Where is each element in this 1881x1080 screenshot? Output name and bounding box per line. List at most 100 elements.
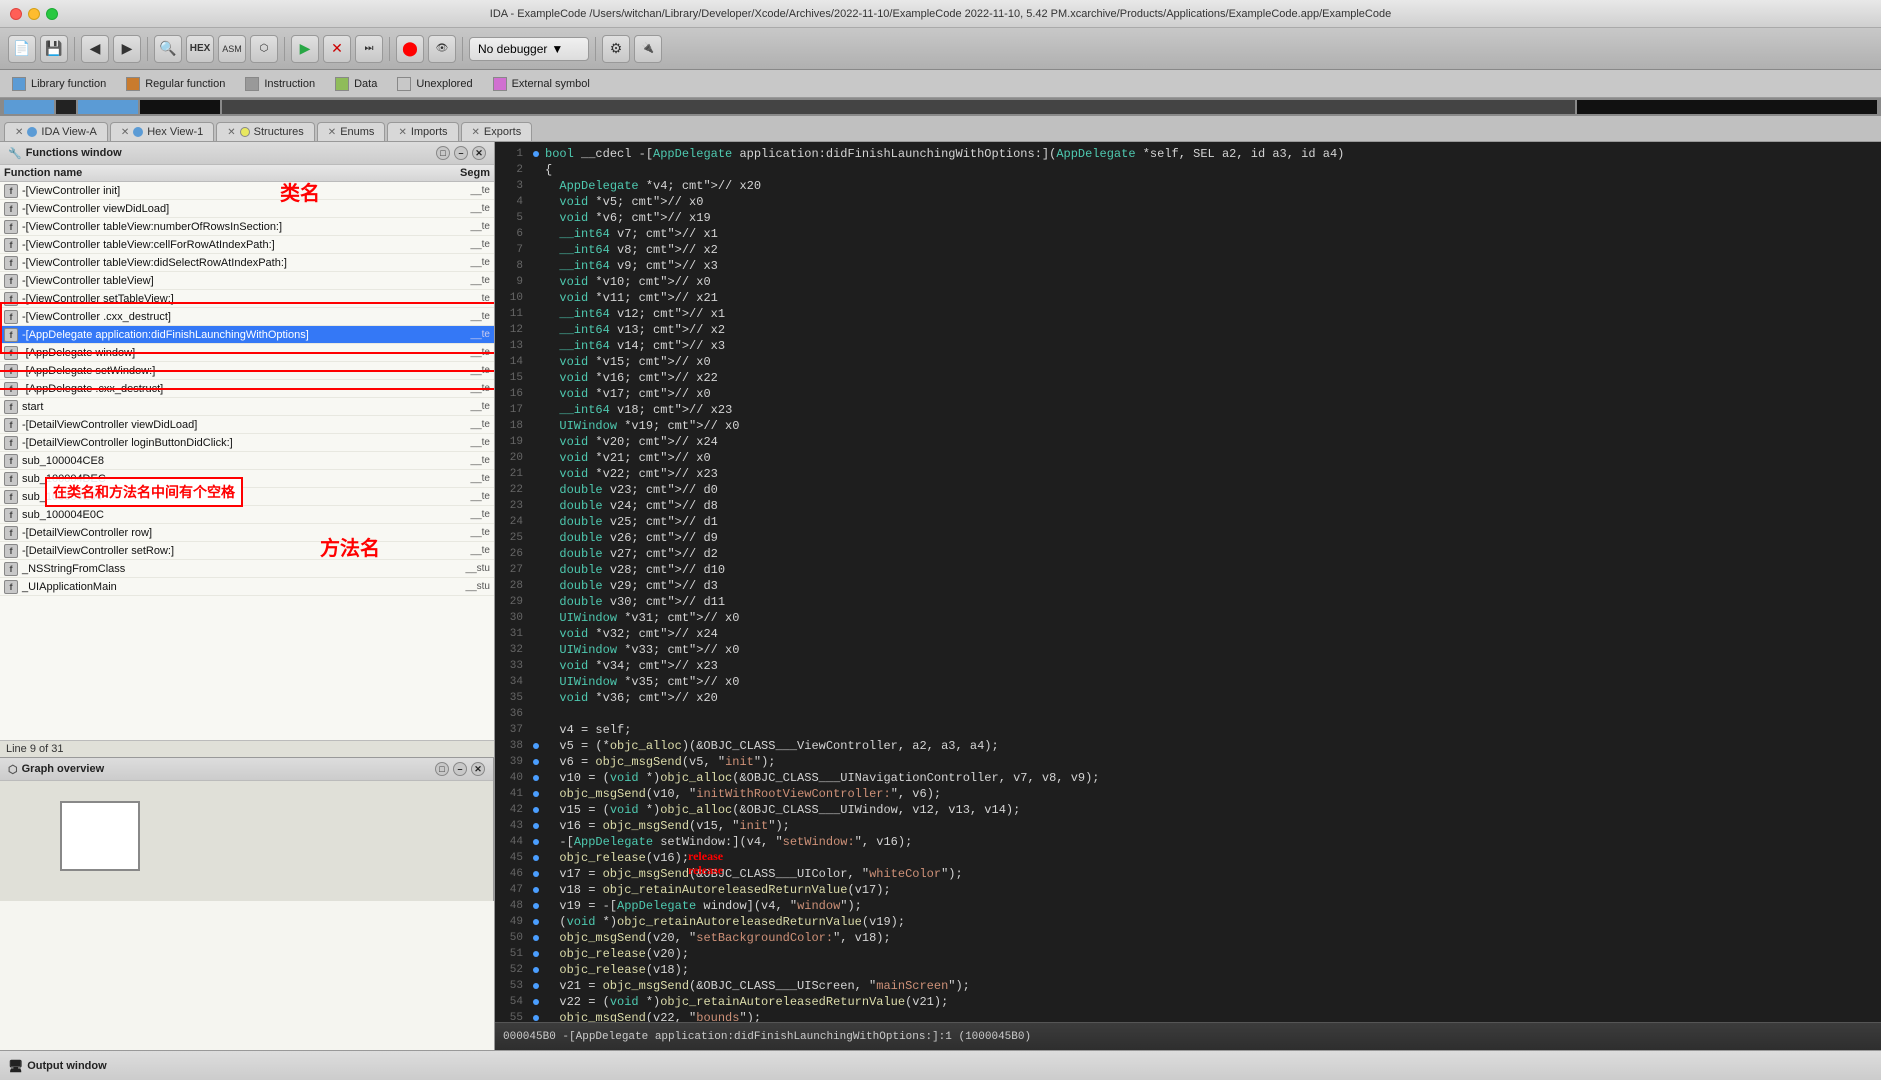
line-number: 2 <box>495 162 531 178</box>
panel-maximize-button[interactable]: □ <box>436 146 450 160</box>
search-button[interactable]: 🔍 <box>154 35 182 63</box>
settings-button[interactable]: ⚙ <box>602 35 630 63</box>
function-icon: f <box>4 418 18 432</box>
maximize-button[interactable] <box>46 8 58 20</box>
panel-minimize-button[interactable]: – <box>454 146 468 160</box>
functions-list[interactable]: f-[ViewController init]__tef-[ViewContro… <box>0 182 494 740</box>
step-button[interactable]: ⏭ <box>355 35 383 63</box>
plugins-button[interactable]: 🔌 <box>634 35 662 63</box>
line-dot <box>531 930 541 946</box>
function-row[interactable]: f-[AppDelegate .cxx_destruct]__te <box>0 380 494 398</box>
function-row[interactable]: f-[ViewController viewDidLoad]__te <box>0 200 494 218</box>
line-code: __int64 v8; cmt">// x2 <box>541 242 1881 258</box>
tab-close-enums[interactable]: ✕ <box>328 127 336 138</box>
disasm-button[interactable]: ASM <box>218 35 246 63</box>
function-row[interactable]: f-[DetailViewController row]__te <box>0 524 494 542</box>
graph-minimize-button[interactable]: – <box>453 762 467 776</box>
scrubber-bar[interactable] <box>0 98 1881 116</box>
function-row[interactable]: f-[AppDelegate setWindow:]__te <box>0 362 494 380</box>
function-row[interactable]: f_NSStringFromClass__stu <box>0 560 494 578</box>
line-info: Line 9 of 31 <box>0 740 494 757</box>
function-row[interactable]: fsub_100004E04__te <box>0 488 494 506</box>
function-name: -[ViewController tableView:didSelectRowA… <box>22 257 440 269</box>
function-row[interactable]: f-[ViewController .cxx_destruct]__te <box>0 308 494 326</box>
watch-button[interactable]: 👁 <box>428 35 456 63</box>
function-row[interactable]: f-[ViewController tableView:didSelectRow… <box>0 254 494 272</box>
function-row[interactable]: f-[ViewController tableView]__te <box>0 272 494 290</box>
line-dot <box>531 818 541 834</box>
code-line: 48 v19 = -[AppDelegate window](v4, "wind… <box>495 898 1881 914</box>
graph-maximize-button[interactable]: □ <box>435 762 449 776</box>
breakpoint-dot <box>533 887 539 893</box>
function-row[interactable]: f-[DetailViewController viewDidLoad]__te <box>0 416 494 434</box>
stop-button[interactable]: ✕ <box>323 35 351 63</box>
tab-ida-view[interactable]: ✕ IDA View-A <box>4 122 108 141</box>
line-number: 51 <box>495 946 531 962</box>
save-button[interactable]: 💾 <box>40 35 68 63</box>
code-line: 21 void *v22; cmt">// x23 <box>495 466 1881 482</box>
tab-close-imports[interactable]: ✕ <box>398 127 406 138</box>
function-row[interactable]: fsub_100004DEC__te <box>0 470 494 488</box>
tab-close-structures[interactable]: ✕ <box>227 127 235 138</box>
function-row[interactable]: f-[ViewController init]__te <box>0 182 494 200</box>
function-icon: f <box>4 328 18 342</box>
panel-close-button[interactable]: ✕ <box>472 146 486 160</box>
line-code: objc_release(v18); <box>541 962 1881 978</box>
tab-close-hex-view[interactable]: ✕ <box>121 127 129 138</box>
function-row[interactable]: f_UIApplicationMain__stu <box>0 578 494 596</box>
run-button[interactable]: ▶ <box>291 35 319 63</box>
code-line: 5 void *v6; cmt">// x19 <box>495 210 1881 226</box>
code-line: 29 double v30; cmt">// d11 <box>495 594 1881 610</box>
graph-button[interactable]: ⬡ <box>250 35 278 63</box>
new-file-button[interactable]: 📄 <box>8 35 36 63</box>
view-tab-bar: ✕ IDA View-A ✕ Hex View-1 ✕ Structures ✕… <box>0 116 1881 142</box>
tab-close-ida-view[interactable]: ✕ <box>15 127 23 138</box>
code-line: 19 void *v20; cmt">// x24 <box>495 434 1881 450</box>
line-code: void *v6; cmt">// x19 <box>541 210 1881 226</box>
tab-enums[interactable]: ✕ Enums <box>317 122 386 141</box>
tab-hex-view[interactable]: ✕ Hex View-1 <box>110 122 214 141</box>
back-button[interactable]: ◀ <box>81 35 109 63</box>
function-row[interactable]: f-[AppDelegate application:didFinishLaun… <box>0 326 494 344</box>
graph-close-button[interactable]: ✕ <box>471 762 485 776</box>
debugger-dropdown[interactable]: No debugger ▼ <box>469 37 589 61</box>
code-line: 46 v17 = objc_msgSend(&OBJC_CLASS___UICo… <box>495 866 1881 882</box>
line-number: 19 <box>495 434 531 450</box>
forward-button[interactable]: ▶ <box>113 35 141 63</box>
function-row[interactable]: f-[ViewController setTableView:]__te <box>0 290 494 308</box>
function-row[interactable]: fsub_100004CE8__te <box>0 452 494 470</box>
function-row[interactable]: fsub_100004E0C__te <box>0 506 494 524</box>
code-line: 10 void *v11; cmt">// x21 <box>495 290 1881 306</box>
function-row[interactable]: fstart__te <box>0 398 494 416</box>
minimize-button[interactable] <box>28 8 40 20</box>
tab-imports[interactable]: ✕ Imports <box>387 122 458 141</box>
hex-button[interactable]: HEX <box>186 35 214 63</box>
function-name: -[ViewController .cxx_destruct] <box>22 311 440 323</box>
breakpoint-dot <box>533 759 539 765</box>
code-line: 39 v6 = objc_msgSend(v5, "init"); <box>495 754 1881 770</box>
code-line: 11 __int64 v12; cmt">// x1 <box>495 306 1881 322</box>
tab-exports[interactable]: ✕ Exports <box>461 122 533 141</box>
code-line: 27 double v28; cmt">// d10 <box>495 562 1881 578</box>
tab-close-exports[interactable]: ✕ <box>472 127 480 138</box>
breakpoint-button[interactable]: ⬤ <box>396 35 424 63</box>
function-segment: __te <box>440 221 490 232</box>
function-row[interactable]: f-[DetailViewController setRow:]__te <box>0 542 494 560</box>
function-row[interactable]: f-[AppDelegate window]__te <box>0 344 494 362</box>
code-line: 51 objc_release(v20); <box>495 946 1881 962</box>
close-button[interactable] <box>10 8 22 20</box>
line-dot <box>531 658 541 674</box>
code-content[interactable]: 1bool __cdecl -[AppDelegate application:… <box>495 142 1881 1022</box>
function-row[interactable]: f-[ViewController tableView:cellForRowAt… <box>0 236 494 254</box>
function-row[interactable]: f-[DetailViewController loginButtonDidCl… <box>0 434 494 452</box>
function-segment: __te <box>440 419 490 430</box>
line-number: 17 <box>495 402 531 418</box>
tab-structures[interactable]: ✕ Structures <box>216 122 315 141</box>
code-line: 12 __int64 v13; cmt">// x2 <box>495 322 1881 338</box>
function-row[interactable]: f-[ViewController tableView:numberOfRows… <box>0 218 494 236</box>
functions-column-header: Function name Segm <box>0 165 494 182</box>
line-dot <box>531 498 541 514</box>
line-dot <box>531 770 541 786</box>
tab-label-structures: Structures <box>254 126 304 138</box>
line-number: 13 <box>495 338 531 354</box>
